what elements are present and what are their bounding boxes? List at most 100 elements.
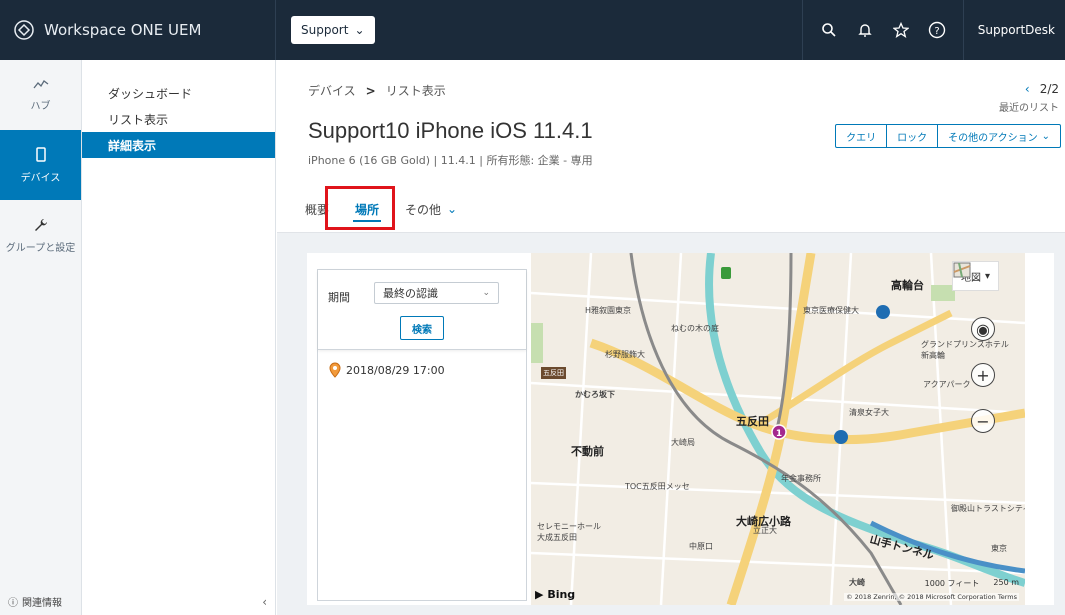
map-label-nakahara: 中原口: [689, 542, 713, 551]
map-label-grand-prince: グランドプリンスホテル 新高輪: [921, 340, 1009, 360]
user-menu[interactable]: SupportDesk: [962, 0, 1065, 60]
pager: ‹ 2/2 最近のリスト: [999, 82, 1059, 114]
sub-navigation: ダッシュボード リスト表示 詳細表示 ‹: [82, 60, 276, 615]
map-label-kamurozaka: かむろ坂下: [575, 390, 615, 399]
location-timestamp: 2018/08/29 17:00: [346, 363, 445, 377]
search-button[interactable]: 検索: [400, 316, 444, 340]
location-list: 期間 最終の認識 ⌄ 検索 2018/08/29 17:00: [317, 269, 527, 601]
help-icon[interactable]: ?: [921, 14, 953, 46]
bing-logo: ▶ Bing: [535, 588, 575, 601]
map-type-selector[interactable]: 地図 ▾: [951, 261, 999, 291]
locate-me-icon[interactable]: ◉: [971, 317, 995, 341]
map-label-osaki: 大崎: [849, 578, 865, 587]
bell-icon[interactable]: [849, 14, 881, 46]
chevron-down-icon: ⌄: [447, 202, 458, 216]
org-group-label: Support: [301, 23, 349, 37]
rail-item-devices[interactable]: デバイス: [0, 130, 81, 200]
subnav-item-list-view[interactable]: リスト表示: [82, 106, 275, 132]
svg-text:?: ?: [934, 26, 939, 37]
map-label-post: 大崎局: [671, 438, 695, 447]
map-pin-icon: [329, 362, 341, 378]
chevron-down-icon: ⌄: [354, 23, 365, 37]
rail-label-devices: デバイス: [20, 172, 61, 184]
more-actions-label: その他のアクション: [948, 132, 1038, 144]
tab-more-label: その他: [405, 202, 442, 217]
map-label-ceremony: セレモニーホール 大成五反田: [537, 522, 601, 542]
rail-label-groups-settings: グループと設定: [5, 242, 76, 254]
location-content: 期間 最終の認識 ⌄ 検索 2018/08/29 17:00 1 五反田 大崎広…: [277, 233, 1065, 615]
recent-list-link[interactable]: 最近のリスト: [999, 99, 1059, 114]
left-rail: ハブ デバイス グループと設定 ⓘ 関連情報: [0, 60, 82, 615]
map-scale: 1000 フィート 250 m: [925, 578, 1019, 589]
main-content: デバイス > リスト表示 ‹ 2/2 最近のリスト Support10 iPho…: [277, 60, 1065, 615]
breadcrumb-separator: >: [365, 83, 376, 98]
page-title: Support10 iPhone iOS 11.4.1: [308, 118, 593, 143]
rail-item-groups-settings[interactable]: グループと設定: [0, 200, 81, 270]
map-label-office: 年金事務所: [781, 474, 821, 483]
location-panel: 期間 最終の認識 ⌄ 検索 2018/08/29 17:00 1 五反田 大崎広…: [307, 253, 1054, 605]
map-label-rissho: 立正大: [753, 526, 777, 535]
caret-down-icon: ▾: [984, 270, 990, 282]
map-label-gotanda: 五反田: [736, 415, 769, 428]
wrench-icon: [34, 218, 47, 231]
search-icon[interactable]: [813, 14, 845, 46]
map-label-nemunoki: ねむの木の庭: [671, 324, 719, 333]
rail-label-hub: ハブ: [30, 100, 51, 112]
subnav-item-details-view[interactable]: 詳細表示: [82, 132, 275, 158]
map-label-sugino: 杉野服飾大: [605, 350, 645, 359]
scale-feet: 1000 フィート: [924, 579, 980, 588]
bing-logo-icon: ▶: [535, 588, 544, 601]
scale-meters: 250 m: [993, 578, 1019, 587]
map-label-toc: TOC五反田メッセ: [625, 482, 690, 491]
related-info-label: 関連情報: [22, 597, 62, 609]
zoom-out-icon[interactable]: −: [971, 409, 995, 433]
location-search-box: 期間 最終の認識 ⌄ 検索: [318, 270, 526, 350]
map-label-h-park: H雅叙園東京: [585, 306, 632, 315]
pulse-icon: [32, 79, 48, 88]
map-label-tokyo: 東京: [991, 544, 1007, 553]
device-icon: [35, 146, 46, 162]
top-bar: Workspace ONE UEM Support ⌄ ? SupportDes…: [0, 0, 1065, 60]
org-group-selector[interactable]: Support ⌄: [291, 16, 375, 44]
location-tab-highlight: [325, 186, 395, 230]
more-actions-button[interactable]: その他のアクション ⌄: [938, 125, 1060, 147]
query-button[interactable]: クエリ: [836, 125, 888, 147]
tab-more[interactable]: その他 ⌄: [395, 192, 467, 226]
workspace-one-logo-icon: [14, 20, 34, 40]
breadcrumb: デバイス > リスト表示: [308, 82, 446, 99]
map-label-aqua: アクアパーク: [923, 380, 971, 389]
device-subtitle: iPhone 6 (16 GB Gold) | 11.4.1 | 所有形態: 企…: [308, 154, 593, 167]
previous-icon[interactable]: ‹: [1025, 82, 1030, 96]
subnav-item-dashboard[interactable]: ダッシュボード: [82, 80, 275, 106]
zoom-in-icon[interactable]: +: [971, 363, 995, 387]
map[interactable]: 1 五反田 大崎広小路 不動前 高輪台 かむろ坂下 TOC五反田メッセ セレモニ…: [531, 253, 1025, 605]
action-buttons: クエリ ロック その他のアクション ⌄: [835, 124, 1061, 148]
star-icon[interactable]: [885, 14, 917, 46]
station-tag-gotanda-west: 五反田: [541, 367, 566, 379]
breadcrumb-list-view[interactable]: リスト表示: [386, 82, 446, 99]
map-label-takanawa: 高輪台: [891, 279, 924, 292]
map-attribution[interactable]: © 2018 Zenrin, © 2018 Microsoft Corporat…: [844, 593, 1019, 601]
map-label-seisen: 清泉女子大: [849, 408, 889, 417]
map-icon: [953, 262, 971, 278]
svg-text:1: 1: [776, 429, 782, 439]
rail-item-hub[interactable]: ハブ: [0, 60, 81, 130]
collapse-left-icon[interactable]: ‹: [262, 595, 267, 609]
bing-label: Bing: [547, 588, 576, 601]
map-label-gotenyama: 御殿山トラストシティ: [951, 504, 1025, 513]
info-icon: ⓘ: [8, 597, 18, 609]
period-label: 期間: [328, 291, 350, 304]
brand[interactable]: Workspace ONE UEM: [0, 0, 276, 60]
period-select[interactable]: 最終の認識 ⌄: [374, 282, 499, 304]
chevron-down-icon: ⌄: [482, 288, 490, 298]
chevron-down-icon: ⌄: [1041, 130, 1050, 142]
breadcrumb-devices[interactable]: デバイス: [308, 82, 356, 99]
pager-count: 2/2: [1039, 82, 1059, 96]
period-select-value: 最終の認識: [383, 287, 438, 300]
map-label-tokyo-ikaho: 東京医療保健大: [803, 306, 859, 315]
lock-button[interactable]: ロック: [887, 125, 939, 147]
related-info-link[interactable]: ⓘ 関連情報: [0, 587, 82, 615]
location-entry[interactable]: 2018/08/29 17:00: [328, 362, 445, 378]
app-title: Workspace ONE UEM: [44, 21, 202, 39]
map-label-fudomae: 不動前: [571, 445, 604, 458]
